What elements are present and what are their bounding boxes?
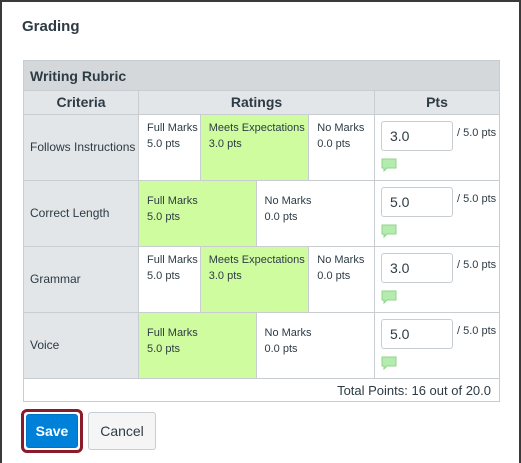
comment-icon[interactable] (381, 356, 397, 370)
rating-points: 5.0 pts (147, 138, 181, 150)
comment-icon[interactable] (381, 224, 397, 238)
rating-label: Full Marks (147, 254, 198, 266)
points-cell: / 5.0 pts (375, 247, 499, 312)
points-cell: / 5.0 pts (375, 181, 499, 246)
rating-option[interactable]: Full Marks 5.0 pts (139, 247, 201, 312)
rating-option[interactable]: Full Marks 5.0 pts (139, 181, 257, 246)
points-max: / 5.0 pts (457, 259, 497, 271)
rubric-row: Voice Full Marks 5.0 pts No Marks 0.0 pts / 5… (24, 313, 499, 379)
rating-points: 5.0 pts (147, 211, 181, 223)
rating-points: 0.0 pts (264, 211, 298, 223)
points-max: / 5.0 pts (457, 127, 497, 139)
points-cell: / 5.0 pts (375, 313, 499, 378)
ratings-column-header: Ratings (139, 91, 375, 114)
rating-label: No Marks (317, 254, 365, 266)
points-input[interactable] (381, 253, 453, 283)
rating-points: 0.0 pts (317, 138, 351, 150)
rating-option[interactable]: Meets Expectations 3.0 pts (200, 247, 310, 312)
rubric-row: Follows Instructions Full Marks 5.0 pts Mee… (24, 115, 499, 181)
criterion-label: Follows Instructions (24, 115, 139, 180)
rating-label: Meets Expectations (208, 254, 305, 266)
criteria-column-header: Criteria (24, 91, 139, 114)
rating-label: No Marks (264, 327, 312, 339)
points-max: / 5.0 pts (457, 193, 497, 205)
total-points-row: Total Points: 16 out of 20.0 (24, 379, 499, 401)
rating-points: 0.0 pts (317, 270, 351, 282)
save-button[interactable]: Save (26, 414, 78, 448)
rubric-row: Grammar Full Marks 5.0 pts Meets Expectatio… (24, 247, 499, 313)
points-input[interactable] (381, 121, 453, 151)
rubric-header: Writing Rubric (24, 61, 499, 91)
points-max: / 5.0 pts (457, 325, 497, 337)
points-cell: / 5.0 pts (375, 115, 499, 180)
rating-points: 0.0 pts (264, 343, 298, 355)
column-headers: Criteria Ratings Pts (24, 91, 499, 115)
cancel-button[interactable]: Cancel (88, 412, 156, 450)
points-input[interactable] (381, 319, 453, 349)
rating-label: Meets Expectations (208, 122, 305, 134)
pts-column-header: Pts (426, 94, 448, 110)
ratings-cell: Full Marks 5.0 pts Meets Expectations 3.0 p… (139, 247, 375, 312)
rating-points: 5.0 pts (147, 343, 181, 355)
rating-option[interactable]: Meets Expectations 3.0 pts (200, 115, 310, 180)
rating-points: 3.0 pts (208, 138, 242, 150)
rating-option[interactable]: No Marks 0.0 pts (257, 313, 375, 378)
rating-option[interactable]: Full Marks 5.0 pts (139, 115, 201, 180)
rubric-row: Correct Length Full Marks 5.0 pts No Marks 0… (24, 181, 499, 247)
rating-label: Full Marks (147, 327, 198, 339)
rubric-title: Writing Rubric (30, 68, 127, 84)
rating-points: 5.0 pts (147, 270, 181, 282)
comment-icon[interactable] (381, 158, 397, 172)
rubric-table: Writing Rubric Criteria Ratings Pts Foll… (23, 60, 500, 402)
points-input[interactable] (381, 187, 453, 217)
rating-label: Full Marks (147, 122, 198, 134)
criterion-label: Grammar (24, 247, 139, 312)
ratings-cell: Full Marks 5.0 pts No Marks 0.0 pts (139, 313, 375, 378)
ratings-cell: Full Marks 5.0 pts Meets Expectations 3.0 p… (139, 115, 375, 180)
comment-icon[interactable] (381, 290, 397, 304)
rating-option[interactable]: No Marks 0.0 pts (309, 115, 374, 180)
rating-points: 3.0 pts (208, 270, 242, 282)
rating-option[interactable]: No Marks 0.0 pts (257, 181, 375, 246)
rating-option[interactable]: Full Marks 5.0 pts (139, 313, 257, 378)
rating-label: Full Marks (147, 195, 198, 207)
criterion-label: Voice (24, 313, 139, 378)
section-title: Grading (22, 18, 80, 35)
rating-label: No Marks (264, 195, 312, 207)
criterion-label: Correct Length (24, 181, 139, 246)
total-points: Total Points: 16 out of 20.0 (337, 383, 491, 398)
save-button-focus-ring: Save (21, 409, 83, 453)
grading-panel: Grading Writing Rubric Criteria Ratings … (0, 0, 521, 463)
rating-label: No Marks (317, 122, 365, 134)
ratings-cell: Full Marks 5.0 pts No Marks 0.0 pts (139, 181, 375, 246)
rating-option[interactable]: No Marks 0.0 pts (309, 247, 374, 312)
